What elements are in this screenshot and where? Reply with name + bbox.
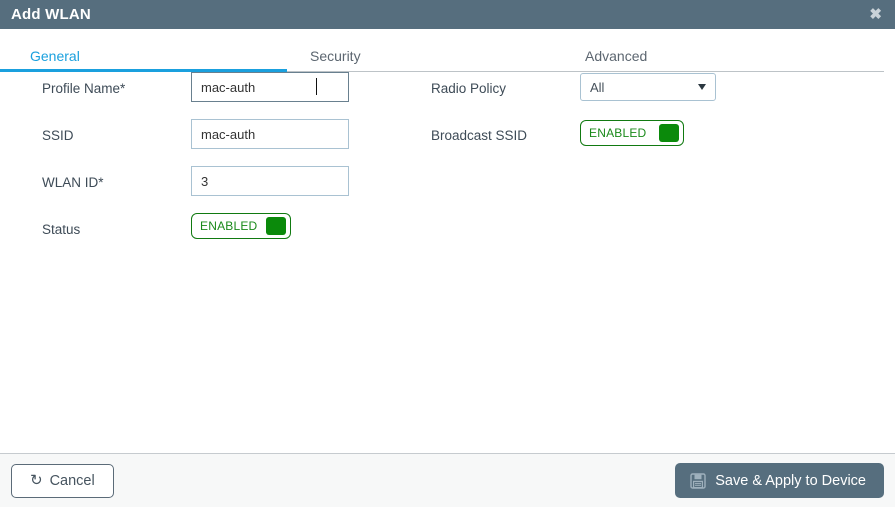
dialog-footer: ↺ Cancel Save & Apply to Device [0, 453, 895, 507]
label-status: Status [42, 222, 81, 237]
field-radio-policy: Radio Policy All [431, 72, 831, 119]
profile-name-control [191, 72, 349, 102]
cancel-button-label: Cancel [49, 472, 95, 489]
tab-bar: General Security Advanced [0, 41, 895, 73]
tab-general[interactable]: General [0, 48, 287, 73]
tab-security[interactable]: Security [276, 48, 564, 72]
ssid-input[interactable] [191, 119, 349, 149]
label-ssid: SSID [42, 128, 74, 143]
wlan-id-input[interactable] [191, 166, 349, 196]
text-cursor [316, 78, 317, 95]
status-control: ENABLED [191, 213, 291, 239]
broadcast-ssid-control: ENABLED [580, 120, 684, 146]
form-right-column: Radio Policy All Broadcast SSID ENABLED [431, 72, 831, 166]
dialog-title: Add WLAN [11, 6, 91, 23]
label-profile-name: Profile Name* [42, 81, 126, 96]
status-toggle-label: ENABLED [200, 219, 258, 233]
broadcast-ssid-toggle-knob [659, 124, 679, 142]
broadcast-ssid-toggle[interactable]: ENABLED [580, 120, 684, 146]
profile-name-input[interactable] [191, 72, 349, 102]
field-status: Status ENABLED [42, 213, 442, 260]
radio-policy-select[interactable]: All [580, 73, 716, 101]
radio-policy-value: All [590, 79, 605, 95]
broadcast-ssid-toggle-label: ENABLED [589, 126, 647, 140]
field-wlan-id: WLAN ID* [42, 166, 442, 213]
save-apply-button[interactable]: Save & Apply to Device [675, 463, 884, 498]
ssid-control [191, 119, 349, 149]
field-ssid: SSID [42, 119, 442, 166]
cancel-button[interactable]: ↺ Cancel [11, 463, 114, 498]
wlan-id-control [191, 166, 349, 196]
floppy-disk-save-icon [690, 472, 706, 489]
add-wlan-dialog: Add WLAN ✖ General Security Advanced Pro… [0, 0, 895, 507]
radio-policy-control: All [580, 73, 716, 101]
dialog-body: Profile Name* SSID WLAN ID* Statu [0, 72, 895, 453]
label-radio-policy: Radio Policy [431, 81, 507, 96]
form-left-column: Profile Name* SSID WLAN ID* Statu [42, 72, 442, 260]
status-toggle[interactable]: ENABLED [191, 213, 291, 239]
label-wlan-id: WLAN ID* [42, 175, 104, 190]
undo-arrow-icon: ↺ [30, 472, 43, 489]
field-broadcast-ssid: Broadcast SSID ENABLED [431, 119, 831, 166]
chevron-down-icon [698, 84, 706, 90]
label-broadcast-ssid: Broadcast SSID [431, 128, 528, 143]
tab-advanced[interactable]: Advanced [564, 48, 835, 72]
dialog-titlebar: Add WLAN ✖ [0, 0, 895, 29]
close-icon[interactable]: ✖ [868, 5, 883, 24]
status-toggle-knob [266, 217, 286, 235]
field-profile-name: Profile Name* [42, 72, 442, 119]
save-button-label: Save & Apply to Device [715, 472, 866, 489]
